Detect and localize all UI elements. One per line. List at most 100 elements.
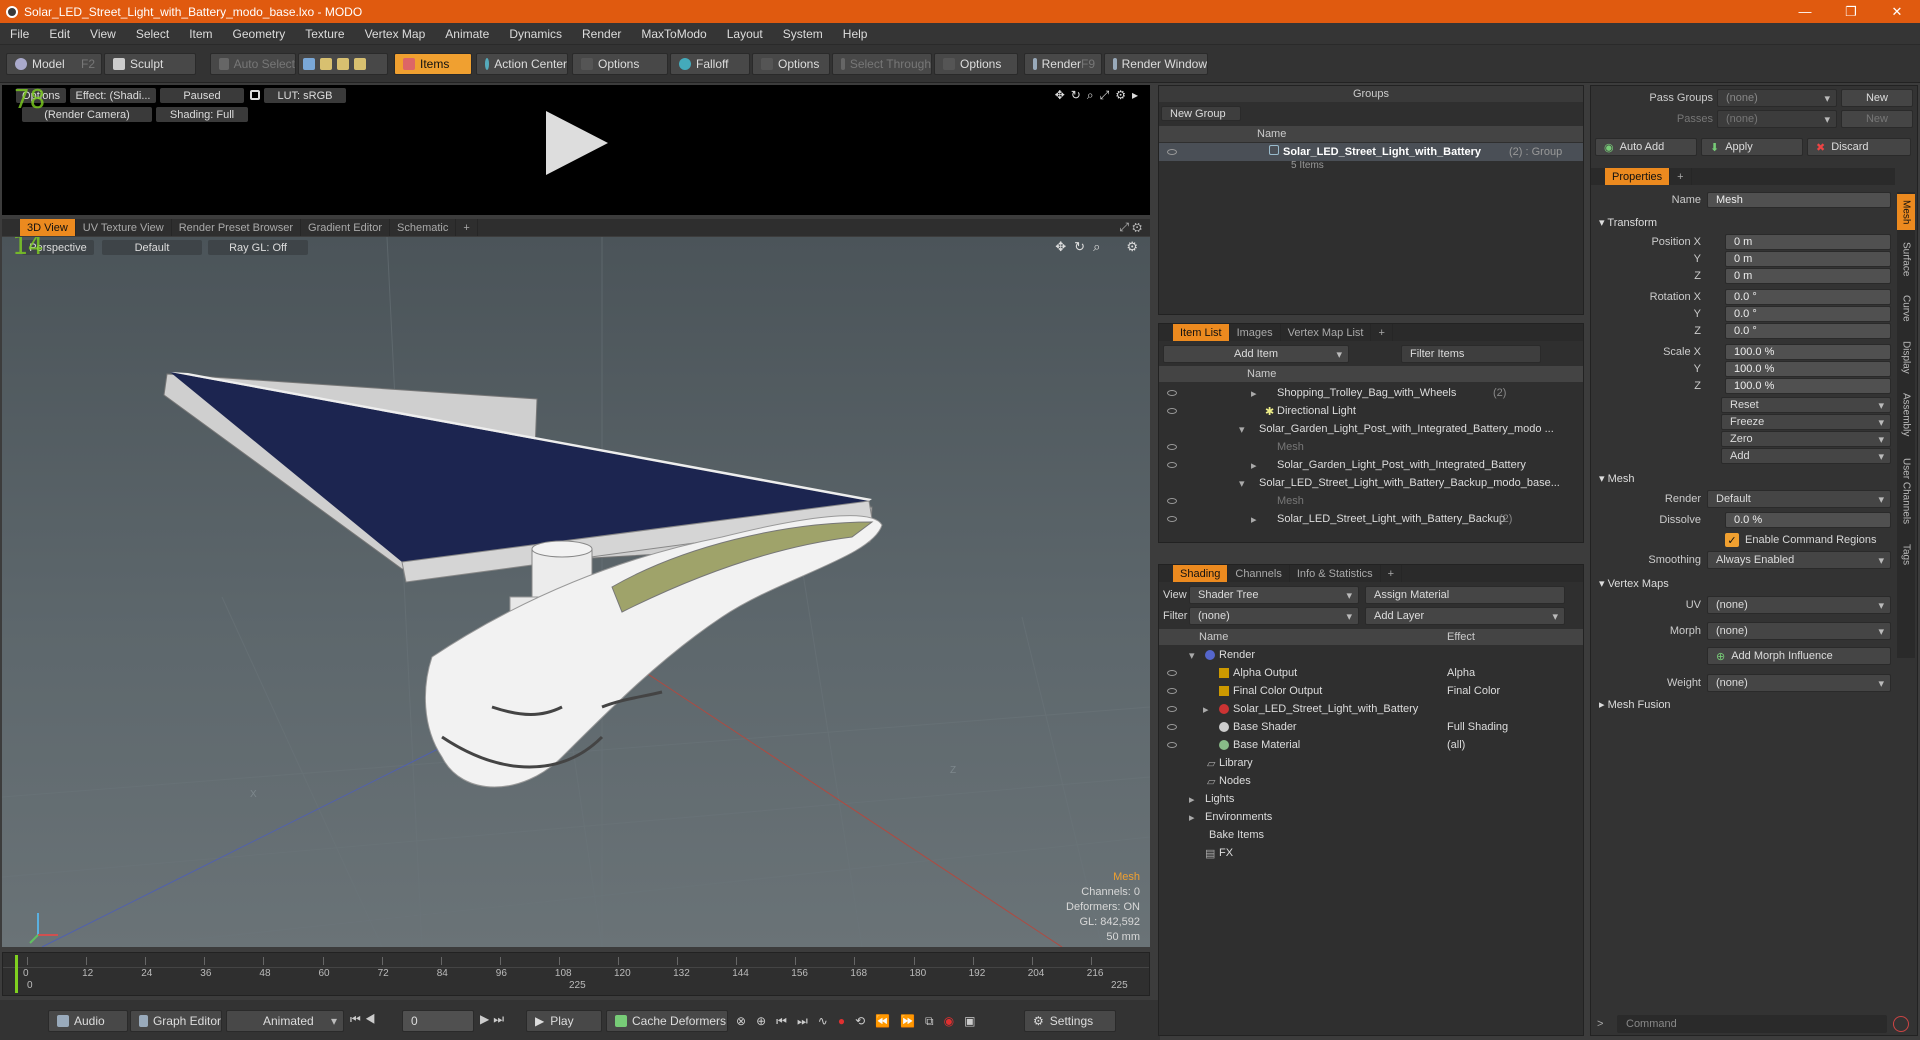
close-button[interactable]: ✕ (1874, 0, 1920, 23)
record-icon[interactable]: ● (838, 1014, 845, 1028)
filter-dropdown[interactable]: (none) (1189, 607, 1359, 625)
eye-icon[interactable] (1167, 444, 1177, 450)
eye-icon[interactable] (1167, 724, 1177, 730)
shader-row[interactable]: Final Color Output Final Color (1159, 682, 1583, 700)
morph-dropdown[interactable]: (none) (1707, 622, 1891, 640)
snap-icon[interactable]: ⧉ (925, 1014, 934, 1029)
side-tab-mesh[interactable]: Mesh (1897, 194, 1915, 230)
expand-arrow-icon[interactable]: ▸ (1203, 703, 1209, 716)
shader-row[interactable]: ▸ Solar_LED_Street_Light_with_Battery (1159, 700, 1583, 718)
preview-effect-dropdown[interactable]: Effect: (Shadi... (70, 88, 156, 103)
menu-item[interactable]: Item (179, 27, 222, 41)
eye-icon[interactable] (1167, 390, 1177, 396)
eye-icon[interactable] (1167, 742, 1177, 748)
eye-icon[interactable] (1167, 462, 1177, 468)
shader-row[interactable]: ▤ FX (1159, 844, 1583, 862)
sculpt-mode-button[interactable]: Sculpt (104, 53, 196, 75)
shader-row[interactable]: ▸ Lights (1159, 790, 1583, 808)
new-pass-group-button[interactable]: New (1841, 89, 1913, 107)
expand-arrow-icon[interactable]: ▾ (1239, 423, 1245, 436)
tab-3d-view[interactable]: 3D View (20, 219, 76, 236)
smoothing-dropdown[interactable]: Always Enabled (1707, 551, 1891, 569)
play-button[interactable]: ▶ Play (526, 1010, 602, 1032)
menu-dynamics[interactable]: Dynamics (499, 27, 572, 41)
menu-maxtomodo[interactable]: MaxToModo (631, 27, 716, 41)
preview-shading-dropdown[interactable]: Shading: Full (156, 107, 248, 122)
transport-next-icons[interactable]: ▶⏭ (480, 1012, 508, 1027)
item-row[interactable]: Mesh (1159, 438, 1583, 456)
rotation-y-field[interactable]: 0.0 ° (1725, 306, 1891, 322)
new-pass-button[interactable]: New (1841, 110, 1913, 128)
auto-select-button[interactable]: Auto Select (210, 53, 296, 75)
side-tab-display[interactable]: Display (1897, 332, 1915, 382)
uv-dropdown[interactable]: (none) (1707, 596, 1891, 614)
render-window-button[interactable]: Render Window (1104, 53, 1208, 75)
eye-icon[interactable] (1167, 688, 1177, 694)
vertices-mode-icon[interactable] (303, 58, 315, 70)
shader-row[interactable]: Base Material (all) (1159, 736, 1583, 754)
transform-section[interactable]: ▾ Transform (1599, 216, 1657, 229)
name-field[interactable]: Mesh (1707, 192, 1891, 208)
freeze-dropdown[interactable]: Freeze (1721, 414, 1891, 430)
materials-mode-icon[interactable] (354, 58, 366, 70)
scale-z-field[interactable]: 100.0 % (1725, 378, 1891, 394)
cache-deformers-button[interactable]: Cache Deformers (606, 1010, 728, 1032)
preview-lut-dropdown[interactable]: LUT: sRGB (264, 88, 346, 103)
playhead[interactable] (15, 955, 18, 993)
add-tab-button[interactable]: + (1381, 565, 1403, 582)
item-row[interactable]: ▾ Solar_LED_Street_Light_with_Battery_Bac… (1159, 474, 1583, 492)
tab-shading[interactable]: Shading (1173, 565, 1229, 582)
autokey-icon[interactable]: ⊕ (756, 1014, 766, 1028)
passes-dropdown[interactable]: (none) (1717, 110, 1837, 128)
item-row[interactable]: ▾ Solar_Garden_Light_Post_with_Integrated… (1159, 420, 1583, 438)
command-input[interactable]: Command (1617, 1015, 1887, 1033)
step-back-icon[interactable]: ⏪ (875, 1014, 890, 1028)
position-y-field[interactable]: 0 m (1725, 251, 1891, 267)
eye-icon[interactable] (1167, 670, 1177, 676)
fit-icon[interactable]: ⤢ (1100, 88, 1110, 103)
side-tab-user-channels[interactable]: User Channels (1897, 448, 1915, 534)
eye-icon[interactable] (1167, 149, 1177, 155)
side-tab-curve[interactable]: Curve (1897, 288, 1915, 328)
vertex-maps-section[interactable]: ▾ Vertex Maps (1599, 577, 1669, 590)
zoom-icon[interactable]: ⌕ (1087, 88, 1094, 103)
key-icon[interactable]: ⊗ (736, 1014, 746, 1028)
shader-row[interactable]: Base Shader Full Shading (1159, 718, 1583, 736)
tab-gradient-editor[interactable]: Gradient Editor (301, 219, 390, 236)
expand-arrow-icon[interactable]: ▸ (1251, 387, 1257, 400)
zero-dropdown[interactable]: Zero (1721, 431, 1891, 447)
menu-texture[interactable]: Texture (295, 27, 354, 41)
menu-vertex-map[interactable]: Vertex Map (355, 27, 436, 41)
add-layer-dropdown[interactable]: Add Layer (1365, 607, 1565, 625)
menu-file[interactable]: File (0, 27, 39, 41)
expand-icon[interactable]: ⤢ ⚙ (1119, 220, 1142, 235)
gear-icon[interactable]: ⚙ (1115, 88, 1126, 103)
menu-render[interactable]: Render (572, 27, 631, 41)
menu-view[interactable]: View (80, 27, 126, 41)
tab-item-list[interactable]: Item List (1173, 324, 1230, 341)
tab-images[interactable]: Images (1230, 324, 1281, 341)
side-tab-surface[interactable]: Surface (1897, 234, 1915, 284)
auto-add-button[interactable]: ◉ Auto Add (1595, 138, 1697, 156)
expand-arrow-icon[interactable]: ▾ (1239, 477, 1245, 490)
item-row[interactable]: Mesh (1159, 492, 1583, 510)
graph-editor-button[interactable]: Graph Editor (130, 1010, 222, 1032)
next-key-icon[interactable]: ⏭ (797, 1014, 808, 1029)
menu-geometry[interactable]: Geometry (223, 27, 296, 41)
mesh-section[interactable]: ▾ Mesh (1599, 472, 1634, 485)
step-fwd-icon[interactable]: ⏩ (900, 1014, 915, 1028)
enable-command-regions-checkbox[interactable]: ✓ (1725, 533, 1739, 547)
menu-select[interactable]: Select (126, 27, 179, 41)
edges-mode-icon[interactable] (320, 58, 332, 70)
select-through-options-button[interactable]: Options (934, 53, 1018, 75)
prev-key-icon[interactable]: ⏮ (776, 1014, 787, 1029)
add-tab-button[interactable]: + (456, 219, 478, 236)
add-tab-button[interactable]: + (1371, 324, 1393, 341)
rotate-icon[interactable]: ↻ (1071, 88, 1081, 103)
side-tab-tags[interactable]: Tags (1897, 538, 1915, 572)
rotation-z-field[interactable]: 0.0 ° (1725, 323, 1891, 339)
position-z-field[interactable]: 0 m (1725, 268, 1891, 284)
settings-button[interactable]: ⚙ Settings (1024, 1010, 1116, 1032)
menu-animate[interactable]: Animate (435, 27, 499, 41)
audio-button[interactable]: Audio (48, 1010, 128, 1032)
